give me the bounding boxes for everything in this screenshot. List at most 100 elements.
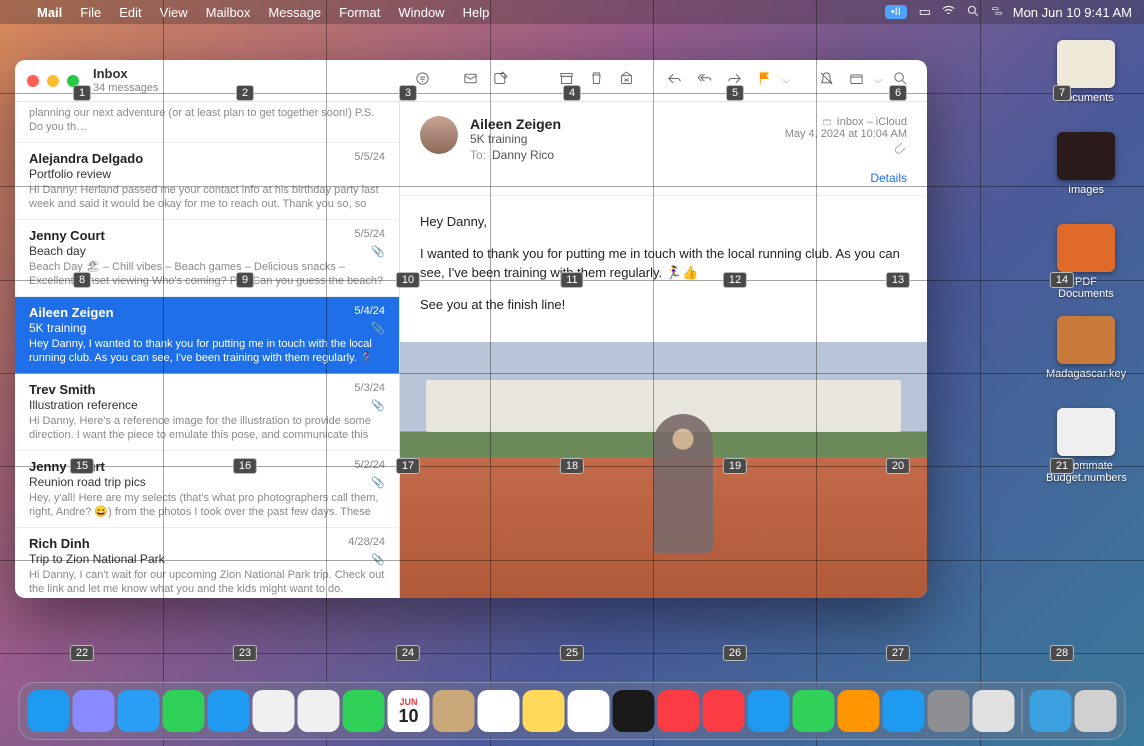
dock-messages[interactable]: [163, 690, 205, 732]
delete-button[interactable]: [581, 70, 611, 91]
desktop-madagascar-key[interactable]: Madagascar.key: [1046, 316, 1126, 380]
menu-bar: Mail FileEditViewMailboxMessageFormatWin…: [0, 0, 1144, 24]
grid-label: 1: [73, 85, 91, 101]
reader-to: To:Danny Rico: [470, 148, 773, 162]
dock-music[interactable]: [658, 690, 700, 732]
grid-label: 22: [70, 645, 94, 661]
control-center-icon[interactable]: [985, 4, 1009, 21]
desktop-pdf-documents[interactable]: PDF Documents: [1046, 224, 1126, 300]
menu-edit[interactable]: Edit: [110, 5, 150, 20]
message-count: 34 messages: [93, 82, 158, 94]
paperclip-icon: 📎: [371, 553, 385, 566]
dock-launchpad[interactable]: [73, 690, 115, 732]
grid-label: 28: [1050, 645, 1074, 661]
menu-file[interactable]: File: [71, 5, 110, 20]
dock: JUN10: [19, 682, 1126, 740]
dock-facetime[interactable]: [343, 690, 385, 732]
flag-button[interactable]: [749, 70, 779, 91]
menu-window[interactable]: Window: [389, 5, 453, 20]
dock-appstore[interactable]: [883, 690, 925, 732]
menu-format[interactable]: Format: [330, 5, 389, 20]
dock-notes[interactable]: [523, 690, 565, 732]
message-row[interactable]: Alejandra Delgado5/5/24Portfolio reviewH…: [15, 143, 399, 220]
dock-contacts[interactable]: [433, 690, 475, 732]
paperclip-icon: 📎: [371, 399, 385, 412]
dock-settings[interactable]: [928, 690, 970, 732]
message-row[interactable]: Aileen Zeigen5/4/245K training📎Hey Danny…: [15, 297, 399, 374]
grid-label: 16: [233, 458, 257, 474]
paperclip-icon: 📎: [371, 245, 385, 258]
paperclip-icon: 📎: [371, 322, 385, 335]
move-button[interactable]: [841, 70, 871, 91]
paperclip-icon: 📎: [371, 476, 385, 489]
wifi-icon[interactable]: [937, 3, 961, 21]
dock-reminders[interactable]: [478, 690, 520, 732]
move-menu-chevron[interactable]: ⌵: [871, 75, 885, 86]
grid-label: 8: [73, 272, 91, 288]
dock-downloads[interactable]: [1030, 690, 1072, 732]
details-link[interactable]: Details: [785, 171, 907, 185]
menu-clock[interactable]: Mon Jun 10 9:41 AM: [1009, 5, 1144, 20]
reader-subject: 5K training: [470, 132, 773, 146]
grid-hline: [0, 560, 1144, 561]
grid-label: 23: [233, 645, 257, 661]
grid-label: 20: [886, 458, 910, 474]
dock-iphone[interactable]: [973, 690, 1015, 732]
reader-from: Aileen Zeigen: [470, 116, 773, 132]
mail-toolbar: Inbox 34 messages ⌵ ⌵: [15, 60, 927, 102]
menu-mailbox[interactable]: Mailbox: [197, 5, 260, 20]
grid-label: 27: [886, 645, 910, 661]
dock-finder[interactable]: [28, 690, 70, 732]
grid-label: 19: [723, 458, 747, 474]
grid-label: 12: [723, 272, 747, 288]
dock-calendar[interactable]: JUN10: [388, 690, 430, 732]
grid-label: 6: [889, 85, 907, 101]
grid-label: 17: [396, 458, 420, 474]
dock-freeform[interactable]: [568, 690, 610, 732]
screen-record-indicator[interactable]: •II: [885, 5, 907, 19]
dock-trash[interactable]: [1075, 690, 1117, 732]
reply-all-button[interactable]: [689, 70, 719, 91]
message-list[interactable]: planning our next adventure (or at least…: [15, 102, 400, 598]
dock-photos[interactable]: [298, 690, 340, 732]
app-menu[interactable]: Mail: [28, 5, 71, 20]
message-row[interactable]: Trev Smith5/3/24Illustration reference📎H…: [15, 374, 399, 451]
grid-label: 3: [399, 85, 417, 101]
reader-mailbox[interactable]: Inbox – iCloud: [785, 116, 907, 128]
reader-date: May 4, 2024 at 10:04 AM: [785, 128, 907, 140]
junk-button[interactable]: [611, 70, 641, 91]
message-row[interactable]: planning our next adventure (or at least…: [15, 102, 399, 143]
grid-label: 15: [70, 458, 94, 474]
dock-news[interactable]: [703, 690, 745, 732]
dock-numbers[interactable]: [793, 690, 835, 732]
window-minimize[interactable]: [47, 75, 59, 87]
dock-keynote[interactable]: [748, 690, 790, 732]
mailbox-title: Inbox: [93, 67, 158, 81]
grid-label: 24: [396, 645, 420, 661]
menu-message[interactable]: Message: [259, 5, 330, 20]
message-reader: Aileen Zeigen 5K training To:Danny Rico …: [400, 102, 927, 598]
dock-maps[interactable]: [253, 690, 295, 732]
grid-label: 11: [560, 272, 583, 288]
attachment-icon[interactable]: [785, 142, 907, 157]
grid-label: 10: [396, 272, 420, 288]
mail-window: Inbox 34 messages ⌵ ⌵ planning our next …: [15, 60, 927, 598]
grid-label: 9: [236, 272, 254, 288]
spotlight-icon[interactable]: [961, 4, 985, 21]
window-close[interactable]: [27, 75, 39, 87]
dock-safari[interactable]: [118, 690, 160, 732]
grid-label: 25: [560, 645, 584, 661]
dock-tv[interactable]: [613, 690, 655, 732]
dock-mail[interactable]: [208, 690, 250, 732]
message-row[interactable]: Rich Dinh4/28/24Trip to Zion National Pa…: [15, 528, 399, 598]
flag-menu-chevron[interactable]: ⌵: [779, 75, 793, 86]
grid-label: 2: [236, 85, 254, 101]
grid-label: 13: [886, 272, 910, 288]
dock-pages[interactable]: [838, 690, 880, 732]
menu-help[interactable]: Help: [454, 5, 499, 20]
compose-button[interactable]: [455, 70, 485, 91]
menu-view[interactable]: View: [151, 5, 197, 20]
battery-icon[interactable]: ▭: [913, 4, 937, 20]
grid-hline: [0, 186, 1144, 187]
reply-button[interactable]: [659, 70, 689, 91]
